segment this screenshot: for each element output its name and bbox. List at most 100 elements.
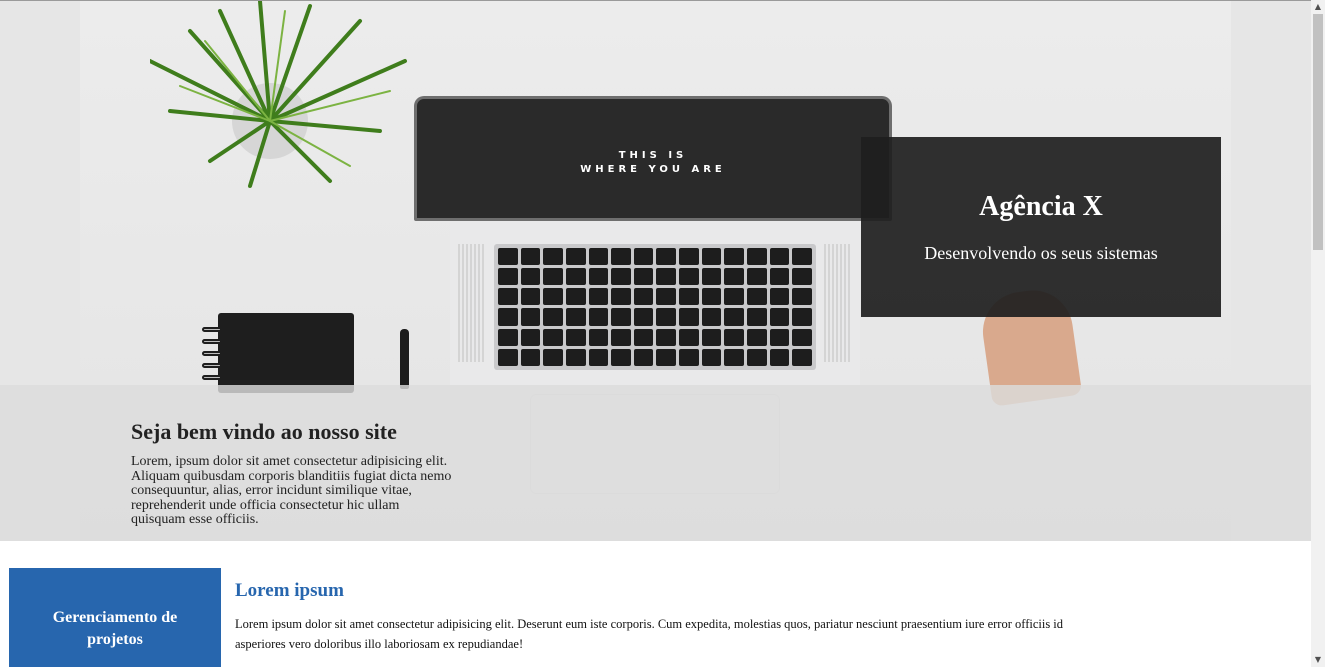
keyboard-key bbox=[565, 348, 586, 366]
scroll-up-arrow-icon[interactable]: ▲ bbox=[1311, 0, 1325, 14]
keyboard-key bbox=[633, 308, 654, 326]
keyboard-key bbox=[520, 308, 541, 326]
keyboard-key bbox=[543, 328, 563, 346]
keyboard-key bbox=[769, 328, 790, 346]
keyboard-key bbox=[611, 328, 631, 346]
keyboard-key bbox=[769, 268, 790, 286]
keyboard-key bbox=[656, 348, 677, 366]
keyboard-key bbox=[701, 328, 722, 346]
laptop-screen: THIS IS WHERE YOU ARE bbox=[414, 96, 892, 221]
screen-text-line2: WHERE YOU ARE bbox=[580, 164, 726, 175]
keyboard-key bbox=[724, 308, 745, 326]
keyboard-key bbox=[747, 288, 767, 306]
keyboard-key bbox=[656, 328, 677, 346]
keyboard-key bbox=[701, 288, 722, 306]
keyboard-key bbox=[588, 248, 609, 266]
keyboard-key bbox=[724, 328, 745, 346]
keyboard-key bbox=[565, 268, 586, 286]
speaker-grille-left bbox=[458, 244, 486, 362]
keyboard-key bbox=[588, 348, 609, 366]
service-card-project-management[interactable]: Gerenciamento de projetos bbox=[9, 568, 221, 667]
keyboard-key bbox=[701, 308, 722, 326]
keyboard-key bbox=[520, 328, 541, 346]
keyboard-key bbox=[656, 268, 677, 286]
speaker-grille-right bbox=[824, 244, 852, 362]
page-scrollbar[interactable]: ▲ ▼ bbox=[1311, 0, 1325, 667]
keyboard-key bbox=[543, 268, 563, 286]
keyboard-key bbox=[724, 248, 745, 266]
keyboard-key bbox=[565, 288, 586, 306]
keyboard-key bbox=[679, 348, 699, 366]
keyboard-key bbox=[679, 288, 699, 306]
keyboard-key bbox=[565, 248, 586, 266]
keyboard-key bbox=[543, 308, 563, 326]
keyboard-key bbox=[747, 348, 767, 366]
scrollbar-thumb[interactable] bbox=[1313, 14, 1323, 250]
keyboard-key bbox=[565, 308, 586, 326]
scroll-down-arrow-icon[interactable]: ▼ bbox=[1311, 653, 1325, 667]
keyboard-key bbox=[747, 308, 767, 326]
keyboard-key bbox=[701, 248, 722, 266]
hero-banner: THIS IS WHERE YOU ARE Agência X Desenvol… bbox=[0, 0, 1311, 541]
keyboard-key bbox=[747, 248, 767, 266]
keyboard-key bbox=[611, 348, 631, 366]
keyboard-key bbox=[633, 288, 654, 306]
keyboard-key bbox=[498, 308, 518, 326]
keyboard-key bbox=[611, 268, 631, 286]
keyboard-key bbox=[520, 248, 541, 266]
keyboard-key bbox=[633, 268, 654, 286]
notebook-image bbox=[202, 313, 354, 393]
screen-text: THIS IS WHERE YOU ARE bbox=[417, 149, 889, 177]
keyboard-key bbox=[724, 348, 745, 366]
keyboard-key bbox=[656, 308, 677, 326]
keyboard-key bbox=[747, 328, 767, 346]
section-title: Lorem ipsum bbox=[235, 580, 344, 601]
keyboard-key bbox=[769, 248, 790, 266]
screen-text-line1: THIS IS bbox=[618, 150, 688, 161]
keyboard-key bbox=[543, 348, 563, 366]
welcome-title: Seja bem vindo ao nosso site bbox=[131, 419, 397, 444]
pen-image bbox=[400, 329, 409, 389]
keyboard-key bbox=[792, 268, 812, 286]
keyboard-key bbox=[633, 328, 654, 346]
section-text: Lorem ipsum dolor sit amet consectetur a… bbox=[235, 617, 1064, 651]
laptop-keyboard bbox=[494, 244, 816, 370]
keyboard-key bbox=[656, 288, 677, 306]
service-card-label: Gerenciamento de projetos bbox=[52, 609, 178, 648]
keyboard-key bbox=[679, 268, 699, 286]
keyboard-key bbox=[792, 308, 812, 326]
keyboard-key bbox=[792, 248, 812, 266]
keyboard-key bbox=[520, 288, 541, 306]
keyboard-key bbox=[769, 308, 790, 326]
keyboard-key bbox=[588, 308, 609, 326]
keyboard-key bbox=[520, 268, 541, 286]
keyboard-key bbox=[701, 348, 722, 366]
keyboard-key bbox=[679, 308, 699, 326]
brand-box: Agência X Desenvolvendo os seus sistemas bbox=[861, 137, 1221, 317]
keyboard-key bbox=[656, 248, 677, 266]
keyboard-key bbox=[701, 268, 722, 286]
keyboard-key bbox=[792, 328, 812, 346]
keyboard-key bbox=[792, 348, 812, 366]
keyboard-key bbox=[498, 288, 518, 306]
welcome-text: Lorem, ipsum dolor sit amet consectetur … bbox=[131, 454, 452, 527]
keyboard-key bbox=[498, 348, 518, 366]
brand-subtitle: Desenvolvendo os seus sistemas bbox=[924, 242, 1158, 263]
keyboard-key bbox=[588, 268, 609, 286]
keyboard-key bbox=[498, 328, 518, 346]
keyboard-key bbox=[611, 288, 631, 306]
keyboard-key bbox=[724, 268, 745, 286]
keyboard-key bbox=[588, 288, 609, 306]
keyboard-key bbox=[543, 248, 563, 266]
keyboard-key bbox=[498, 248, 518, 266]
keyboard-key bbox=[792, 288, 812, 306]
keyboard-key bbox=[769, 348, 790, 366]
keyboard-key bbox=[565, 328, 586, 346]
keyboard-key bbox=[588, 328, 609, 346]
keyboard-key bbox=[498, 268, 518, 286]
keyboard-key bbox=[724, 288, 745, 306]
keyboard-key bbox=[520, 348, 541, 366]
plant-image bbox=[150, 1, 407, 188]
keyboard-key bbox=[679, 328, 699, 346]
keyboard-key bbox=[543, 288, 563, 306]
